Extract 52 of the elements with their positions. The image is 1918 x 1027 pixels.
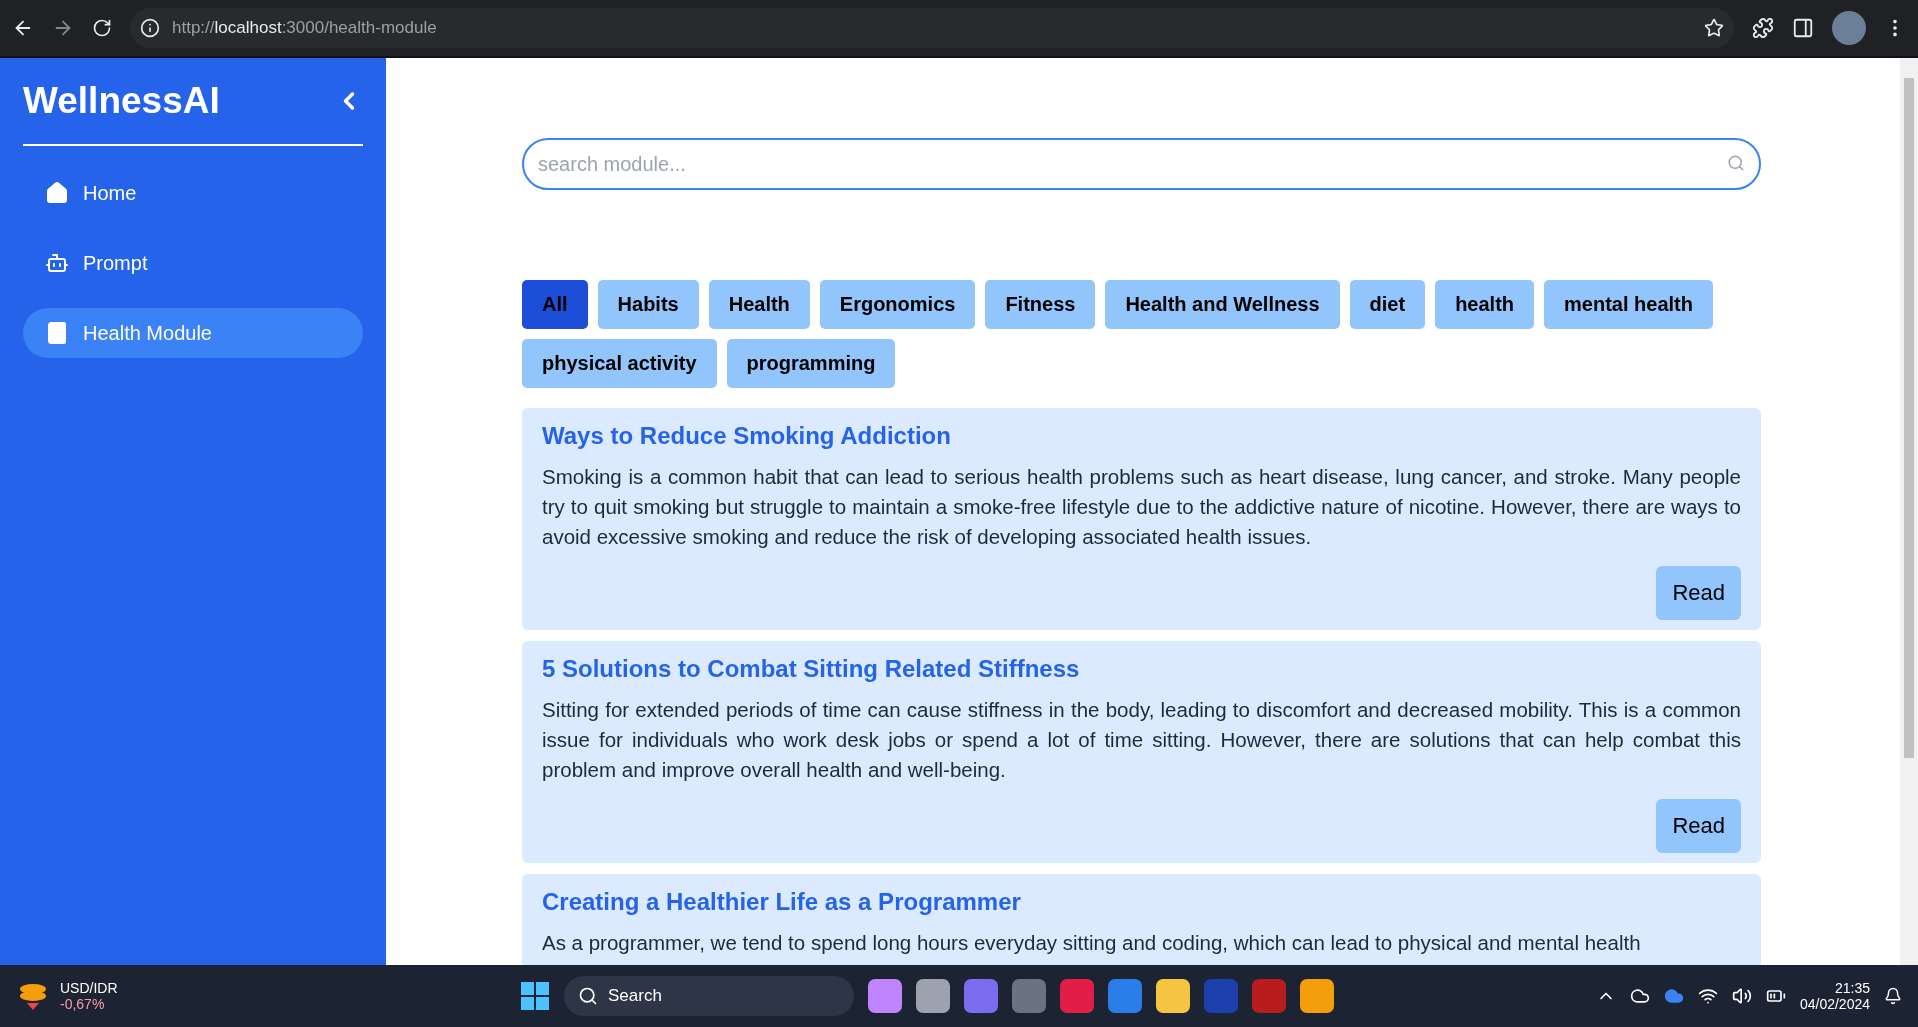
address-bar[interactable]: http://localhost:3000/health-module — [130, 8, 1734, 48]
puzzle-icon[interactable] — [1752, 17, 1774, 39]
category-tag[interactable]: Habits — [597, 280, 699, 329]
search-icon — [1727, 154, 1745, 172]
category-tag[interactable]: Health and Wellness — [1105, 280, 1340, 329]
app-icon[interactable] — [1156, 979, 1190, 1013]
star-icon[interactable] — [1704, 18, 1724, 38]
currency-change: -0,67% — [60, 996, 106, 1012]
category-tag[interactable]: mental health — [1544, 280, 1713, 329]
module-description: As a programmer, we tend to spend long hours everyday sitting and coding, which can lead to physical and mental health — [542, 930, 1642, 956]
module-title: 5 Solutions to Combat Sitting Related Stiffness — [542, 655, 1081, 683]
category-tag[interactable]: health — [1435, 280, 1535, 329]
bell-icon[interactable] — [1884, 987, 1902, 1005]
nav-item[interactable]: Health Module — [23, 308, 363, 358]
wifi-icon[interactable] — [1697, 986, 1718, 1006]
module-description: Sitting for extended periods of time can cause stiffness in the body, leading to discomfort and decreased mobility. This is a common issue for individuals who work desk jobs or spend a lot of time sitting. However, there are solutions that can help combat this problem and improve overall health and well-being. — [542, 697, 1741, 783]
read-button[interactable]: Read — [1656, 799, 1741, 853]
category-tag[interactable]: diet — [1349, 280, 1426, 329]
clock-date: 04/02/2024 — [1799, 996, 1870, 1012]
module-title: Creating a Healthier Life as a Programmer — [542, 888, 1022, 916]
info-icon[interactable] — [140, 18, 160, 38]
avatar[interactable] — [1832, 11, 1866, 45]
read-button[interactable]: Read — [1656, 566, 1741, 620]
app-icon[interactable] — [964, 979, 998, 1013]
side-panel-icon[interactable] — [1792, 17, 1814, 39]
module-title: Ways to Reduce Smoking Addiction — [542, 422, 952, 450]
category-tag[interactable]: programming — [726, 339, 896, 388]
search-field[interactable]: search module... — [522, 138, 1761, 190]
app-title: WellnessAI — [23, 80, 220, 122]
nav-item[interactable]: Prompt — [23, 238, 363, 288]
search-icon — [578, 986, 598, 1006]
app-icon[interactable] — [916, 979, 950, 1013]
module-description: Smoking is a common habit that can lead to serious health problems such as heart disease, lung cancer, and stroke. Many people try to quit smoking but struggle to maintain a smoke-free lifestyle due to the addictive nature of nicotine. However, there are ways to avoid excessive smoking and reduce the risk of developing associated health issues. — [542, 464, 1741, 550]
currency-pair: USD/IDR — [60, 980, 118, 996]
house-icon — [45, 181, 69, 205]
volume-icon[interactable] — [1731, 986, 1752, 1006]
nav-item[interactable]: Home — [23, 168, 363, 218]
cloud-icon[interactable] — [1629, 986, 1650, 1006]
taskbar-search[interactable]: Search — [564, 976, 854, 1016]
category-tag[interactable]: Ergonomics — [819, 280, 976, 329]
robot-icon — [45, 251, 69, 275]
url-text: http://localhost:3000/health-module — [172, 18, 437, 38]
category-tag[interactable]: physical activity — [522, 339, 717, 388]
app-icon[interactable] — [1108, 979, 1142, 1013]
clock-time: 21:35 — [1834, 980, 1870, 996]
app-icon[interactable] — [1300, 979, 1334, 1013]
category-tag[interactable]: Health — [708, 280, 810, 329]
app-icon[interactable] — [868, 979, 902, 1013]
scrollbar[interactable] — [1900, 58, 1918, 965]
reload-icon[interactable] — [92, 18, 112, 38]
start-icon[interactable] — [520, 981, 550, 1011]
category-tag[interactable]: Fitness — [985, 280, 1096, 329]
